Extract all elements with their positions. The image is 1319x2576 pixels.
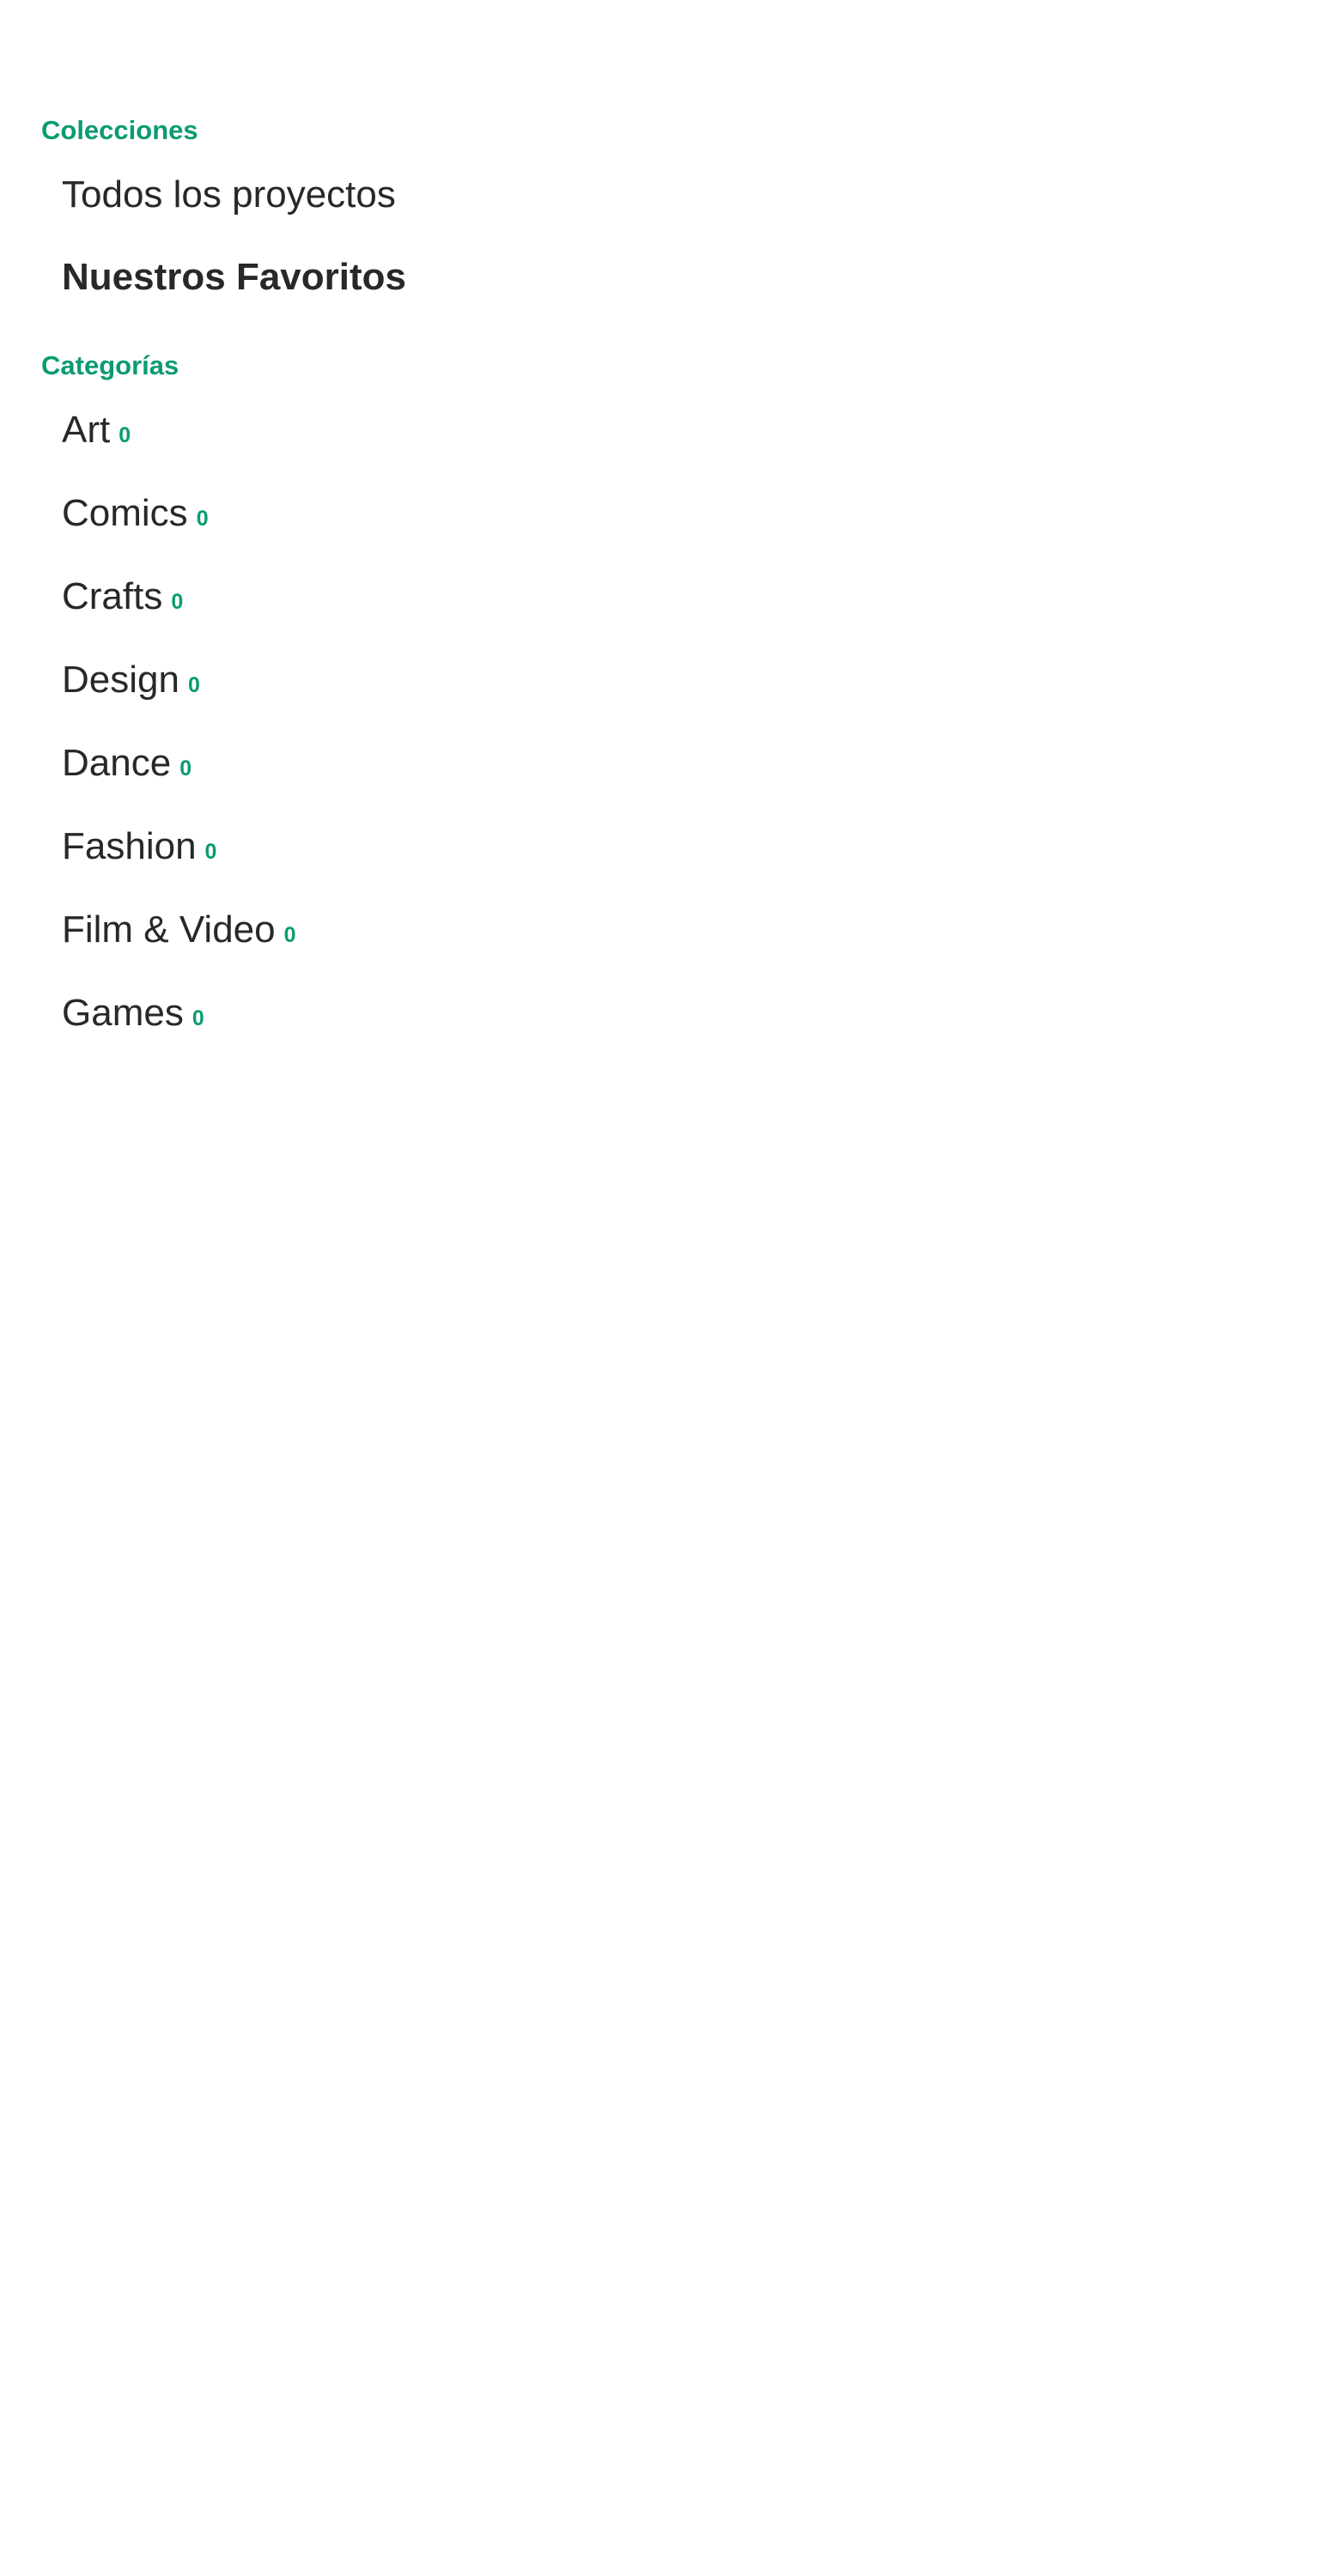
- category-label: Crafts: [62, 575, 163, 617]
- categories-heading: Categorías: [41, 350, 179, 380]
- category-label: Art: [62, 409, 111, 451]
- category-label: Film & Video: [62, 908, 276, 951]
- collection-item-all-projects[interactable]: Todos los proyectos: [62, 176, 396, 214]
- category-count: 0: [171, 590, 184, 614]
- category-count: 0: [196, 507, 209, 531]
- category-label: Dance: [62, 742, 172, 784]
- collection-item-our-favorites[interactable]: Nuestros Favoritos: [62, 258, 406, 296]
- category-item-design[interactable]: Design 0: [62, 661, 200, 699]
- sidebar-nav: Colecciones Todos los proyectos Nuestros…: [0, 113, 1319, 2576]
- category-label: Comics: [62, 492, 188, 534]
- category-count: 0: [187, 673, 200, 697]
- category-item-comics[interactable]: Comics 0: [62, 495, 209, 532]
- category-item-games[interactable]: Games 0: [62, 994, 204, 1032]
- category-item-film-video[interactable]: Film & Video 0: [62, 911, 296, 949]
- category-count: 0: [283, 923, 296, 947]
- category-item-art[interactable]: Art 0: [62, 411, 131, 449]
- category-label: Fashion: [62, 825, 197, 867]
- category-count: 0: [179, 756, 192, 781]
- category-label: Design: [62, 659, 179, 701]
- category-count: 0: [119, 423, 131, 447]
- collections-heading: Colecciones: [41, 115, 198, 145]
- category-item-fashion[interactable]: Fashion 0: [62, 828, 216, 866]
- category-count: 0: [204, 840, 217, 864]
- category-count: 0: [191, 1006, 204, 1030]
- category-item-crafts[interactable]: Crafts 0: [62, 578, 183, 616]
- category-item-dance[interactable]: Dance 0: [62, 744, 191, 782]
- category-label: Games: [62, 992, 184, 1034]
